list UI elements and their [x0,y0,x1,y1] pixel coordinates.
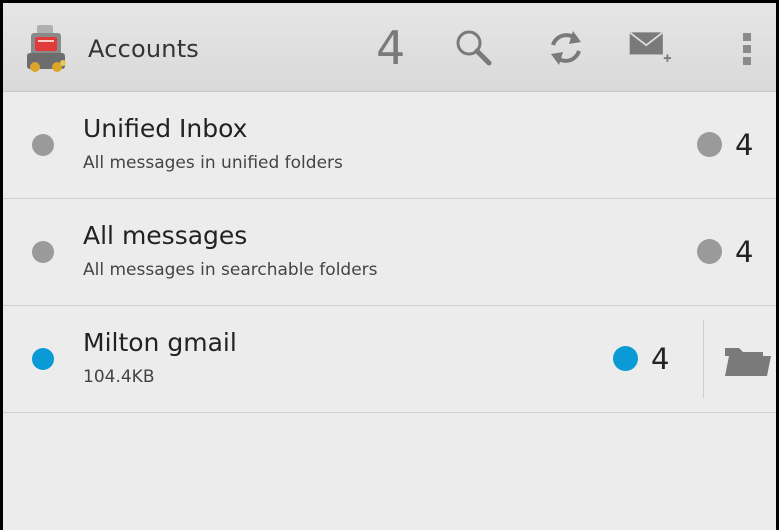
account-row-all-messages[interactable]: All messages All messages in searchable … [3,199,776,306]
overflow-menu-button[interactable] [733,25,761,71]
account-name: All messages [83,221,248,250]
search-icon [456,30,492,66]
account-size: 104.4KB [83,367,155,387]
folder-icon [725,348,771,376]
row-divider [703,320,704,398]
account-name: Milton gmail [83,328,237,357]
accounts-list: Unified Inbox All messages in unified fo… [3,92,776,413]
compose-icon [629,31,672,62]
app-icon[interactable] [25,23,69,73]
status-dot [32,348,54,370]
search-button[interactable] [451,25,497,71]
page-title: Accounts [88,35,200,63]
status-dot [32,134,54,156]
unread-count-badge: 4 [376,21,406,75]
unread-count: 4 [735,235,754,269]
action-bar: Accounts 4 [3,3,776,92]
refresh-button[interactable] [543,25,589,71]
account-description: All messages in unified folders [83,153,343,173]
folders-button[interactable] [723,340,773,380]
unread-dot [613,346,638,371]
app-window: Accounts 4 Unified Inbox All messages in… [0,0,779,530]
account-row-milton-gmail[interactable]: Milton gmail 104.4KB 4 [3,306,776,413]
unread-count: 4 [735,128,754,162]
account-name: Unified Inbox [83,114,248,143]
refresh-icon [551,31,581,65]
overflow-menu-icon [743,33,751,65]
account-description: All messages in searchable folders [83,260,378,280]
account-row-unified-inbox[interactable]: Unified Inbox All messages in unified fo… [3,92,776,199]
unread-dot [697,239,722,264]
compose-button[interactable] [626,25,672,71]
unread-count: 4 [651,342,670,376]
status-dot [32,241,54,263]
unread-dot [697,132,722,157]
